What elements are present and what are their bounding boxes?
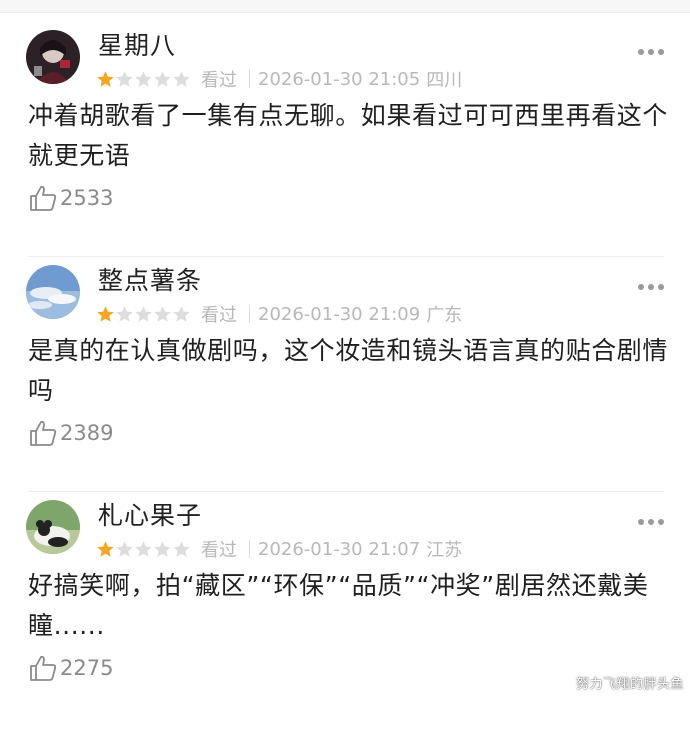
more-options-icon[interactable] <box>637 48 665 56</box>
comment-item: 整点薯条 看过 2026-01-30 21:09 广东 是真的在认真做剧吗，这个… <box>0 265 690 500</box>
meta-divider <box>249 70 250 88</box>
divider <box>28 256 664 257</box>
comment-item: 星期八 看过 2026-01-30 21:05 四川 冲着胡歌看了一集有点无聊。… <box>0 30 690 265</box>
comment-meta: 看过 2026-01-30 21:07 江苏 <box>96 536 462 562</box>
star-rating <box>96 540 191 559</box>
watermark: 努力飞翔的胖头鱼 <box>575 677 684 692</box>
star-empty-icon <box>116 305 133 322</box>
comment-datetime: 2026-01-30 21:05 <box>258 68 421 90</box>
like-count: 2389 <box>60 421 114 445</box>
comment-datetime: 2026-01-30 21:09 <box>258 303 421 325</box>
username[interactable]: 整点薯条 <box>98 265 202 297</box>
star-filled-icon <box>97 305 114 322</box>
comment-text: 好搞笑啊，拍“藏区”“环保”“品质”“冲奖”剧居然还戴美瞳...... <box>28 571 649 640</box>
avatar-dark-portrait-icon <box>26 30 80 84</box>
meta-divider <box>249 540 250 558</box>
star-empty-icon <box>154 70 171 87</box>
username[interactable]: 星期八 <box>98 30 176 62</box>
avatar-panda-icon <box>26 500 80 554</box>
comment-meta: 看过 2026-01-30 21:05 四川 <box>96 66 462 92</box>
comment-location: 四川 <box>426 70 463 91</box>
star-empty-icon <box>116 540 133 557</box>
watch-status: 看过 <box>201 305 237 326</box>
avatar[interactable] <box>26 265 80 319</box>
star-empty-icon <box>135 305 152 322</box>
star-filled-icon <box>97 540 114 557</box>
more-options-icon[interactable] <box>637 518 665 526</box>
comment-location: 江苏 <box>426 540 463 561</box>
watch-status: 看过 <box>201 70 237 91</box>
thumbs-up-icon <box>30 420 57 446</box>
star-empty-icon <box>135 540 152 557</box>
star-empty-icon <box>154 540 171 557</box>
like-button[interactable]: 2389 <box>28 418 113 448</box>
comment-meta: 看过 2026-01-30 21:09 广东 <box>96 301 462 327</box>
comment-datetime: 2026-01-30 21:07 <box>258 538 421 560</box>
star-empty-icon <box>154 305 171 322</box>
star-empty-icon <box>173 540 190 557</box>
star-empty-icon <box>135 70 152 87</box>
like-button[interactable]: 2533 <box>28 183 113 213</box>
comment-item: 札心果子 看过 2026-01-30 21:07 江苏 好搞笑啊，拍“藏区”“环… <box>0 500 690 735</box>
star-empty-icon <box>173 305 190 322</box>
divider <box>28 491 664 492</box>
watch-status: 看过 <box>201 540 237 561</box>
more-options-icon[interactable] <box>637 283 665 291</box>
avatar[interactable] <box>26 30 80 84</box>
comment-location: 广东 <box>426 305 463 326</box>
star-empty-icon <box>173 70 190 87</box>
meta-divider <box>249 305 250 323</box>
thumbs-up-icon <box>30 185 57 211</box>
star-rating <box>96 70 191 89</box>
like-count: 2275 <box>60 656 114 680</box>
like-count: 2533 <box>60 186 114 210</box>
avatar[interactable] <box>26 500 80 554</box>
like-button[interactable]: 2275 <box>28 653 113 683</box>
star-filled-icon <box>97 70 114 87</box>
thumbs-up-icon <box>30 655 57 681</box>
avatar-sky-clouds-icon <box>26 265 80 319</box>
username[interactable]: 札心果子 <box>98 500 202 532</box>
comment-text: 是真的在认真做剧吗，这个妆造和镜头语言真的贴合剧情吗 <box>28 336 669 405</box>
star-empty-icon <box>116 70 133 87</box>
comment-text: 冲着胡歌看了一集有点无聊。如果看过可可西里再看这个就更无语 <box>28 101 669 170</box>
top-strip <box>0 0 690 13</box>
star-rating <box>96 305 191 324</box>
